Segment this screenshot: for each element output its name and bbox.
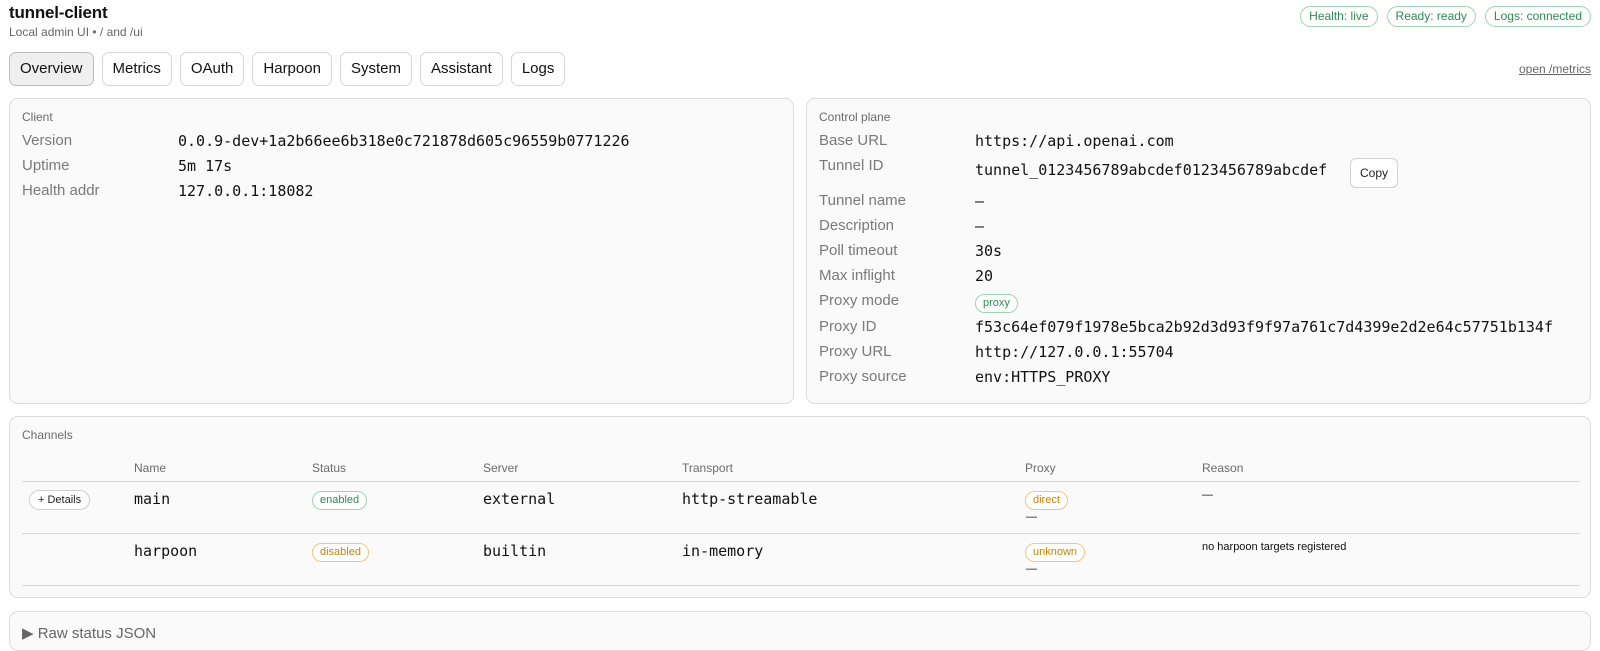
- tab-bar: Overview Metrics OAuth Harpoon System As…: [9, 52, 566, 86]
- proxy-badge: unknown: [1025, 543, 1086, 562]
- channel-reason: —: [1202, 489, 1213, 501]
- tunnel-id-label: Tunnel ID: [819, 157, 884, 174]
- uptime-label: Uptime: [22, 157, 70, 174]
- channel-transport: in-memory: [682, 542, 764, 560]
- channel-proxy: direct: [1025, 490, 1068, 510]
- base-url-label: Base URL: [819, 132, 888, 149]
- column-header-status: Status: [312, 461, 347, 475]
- channel-proxy-detail: —: [1026, 511, 1037, 523]
- channel-server: builtin: [483, 542, 547, 560]
- proxy-mode-value: proxy: [975, 293, 1018, 313]
- channel-server: external: [483, 490, 556, 508]
- control-plane-panel: Control plane Base URL https://api.opena…: [806, 98, 1591, 404]
- channels-title: Channels: [22, 428, 73, 442]
- tab-metrics[interactable]: Metrics: [101, 52, 172, 86]
- control-plane-title: Control plane: [819, 110, 891, 124]
- tab-assistant[interactable]: Assistant: [419, 52, 503, 86]
- proxy-id-label: Proxy ID: [819, 318, 877, 335]
- tunnel-name-label: Tunnel name: [819, 192, 906, 209]
- tab-harpoon[interactable]: Harpoon: [252, 52, 332, 86]
- open-metrics-link[interactable]: open /metrics: [1519, 62, 1591, 76]
- disclosure-triangle-icon: ▶: [22, 625, 34, 642]
- status-badge: enabled: [312, 491, 368, 510]
- tab-overview[interactable]: Overview: [9, 52, 94, 86]
- client-panel: Client Version 0.0.9-dev+1a2b66ee6b318e0…: [9, 98, 794, 404]
- copy-tunnel-id-button[interactable]: Copy: [1350, 158, 1399, 188]
- version-value: 0.0.9-dev+1a2b66ee6b318e0c721878d605c965…: [178, 132, 630, 150]
- table-row-divider: [22, 585, 1580, 586]
- max-inflight-value: 20: [975, 267, 994, 285]
- channel-status: enabled: [312, 490, 368, 510]
- tab-system[interactable]: System: [339, 52, 412, 86]
- max-inflight-label: Max inflight: [819, 267, 895, 284]
- ready-status-badge: Ready: ready: [1386, 6, 1476, 27]
- proxy-mode-label: Proxy mode: [819, 292, 900, 309]
- raw-status-json-toggle[interactable]: ▶ Raw status JSON: [22, 624, 156, 642]
- channel-proxy-detail: —: [1026, 563, 1037, 575]
- proxy-url-label: Proxy URL: [819, 343, 892, 360]
- tab-logs[interactable]: Logs: [510, 52, 566, 86]
- proxy-badge: direct: [1025, 491, 1068, 510]
- app-title: tunnel-client: [9, 3, 108, 22]
- channel-reason: no harpoon targets registered: [1202, 541, 1347, 553]
- health-addr-label: Health addr: [22, 182, 100, 199]
- tab-oauth[interactable]: OAuth: [179, 52, 245, 86]
- proxy-id-value: f53c64ef079f1978e5bca2b92d3d93f9f97a761c…: [975, 318, 1553, 336]
- logs-status-badge: Logs: connected: [1484, 6, 1591, 27]
- column-header-proxy: Proxy: [1025, 461, 1056, 475]
- poll-timeout-value: 30s: [975, 242, 1003, 260]
- channel-transport: http-streamable: [682, 490, 818, 508]
- proxy-url-value: http://127.0.0.1:55704: [975, 343, 1174, 361]
- column-header-transport: Transport: [682, 461, 733, 475]
- tunnel-id-value: tunnel_0123456789abcdef0123456789abcdef: [975, 161, 1328, 179]
- raw-status-json-panel[interactable]: ▶ Raw status JSON: [9, 611, 1591, 651]
- table-row-divider: [22, 533, 1580, 534]
- proxy-source-value: env:HTTPS_PROXY: [975, 368, 1111, 386]
- column-header-server: Server: [483, 461, 519, 475]
- description-label: Description: [819, 217, 895, 234]
- column-header-name: Name: [134, 461, 167, 475]
- details-button[interactable]: + Details: [29, 490, 91, 510]
- channel-status: disabled: [312, 542, 369, 562]
- column-header-reason: Reason: [1202, 461, 1244, 475]
- uptime-value: 5m 17s: [178, 157, 233, 175]
- table-header-divider: [22, 481, 1580, 482]
- raw-status-json-label: Raw status JSON: [37, 625, 157, 642]
- channels-panel: Channels Name Status Server Transport Pr…: [9, 416, 1591, 598]
- health-addr-value: 127.0.0.1:18082: [178, 182, 314, 200]
- poll-timeout-label: Poll timeout: [819, 242, 898, 259]
- version-label: Version: [22, 132, 73, 149]
- status-badge: disabled: [312, 543, 369, 562]
- channel-name: main: [134, 490, 171, 508]
- channel-proxy: unknown: [1025, 542, 1086, 562]
- base-url-value: https://api.openai.com: [975, 132, 1174, 150]
- tunnel-name-value: —: [975, 192, 985, 210]
- status-pills: Health: live Ready: ready Logs: connecte…: [1300, 6, 1591, 27]
- description-value: —: [975, 217, 985, 235]
- proxy-source-label: Proxy source: [819, 368, 907, 385]
- health-status-badge: Health: live: [1300, 6, 1378, 27]
- proxy-mode-badge: proxy: [975, 294, 1018, 313]
- client-panel-title: Client: [22, 110, 53, 124]
- channel-name: harpoon: [134, 542, 198, 560]
- app-subtitle: Local admin UI • / and /ui: [9, 25, 143, 39]
